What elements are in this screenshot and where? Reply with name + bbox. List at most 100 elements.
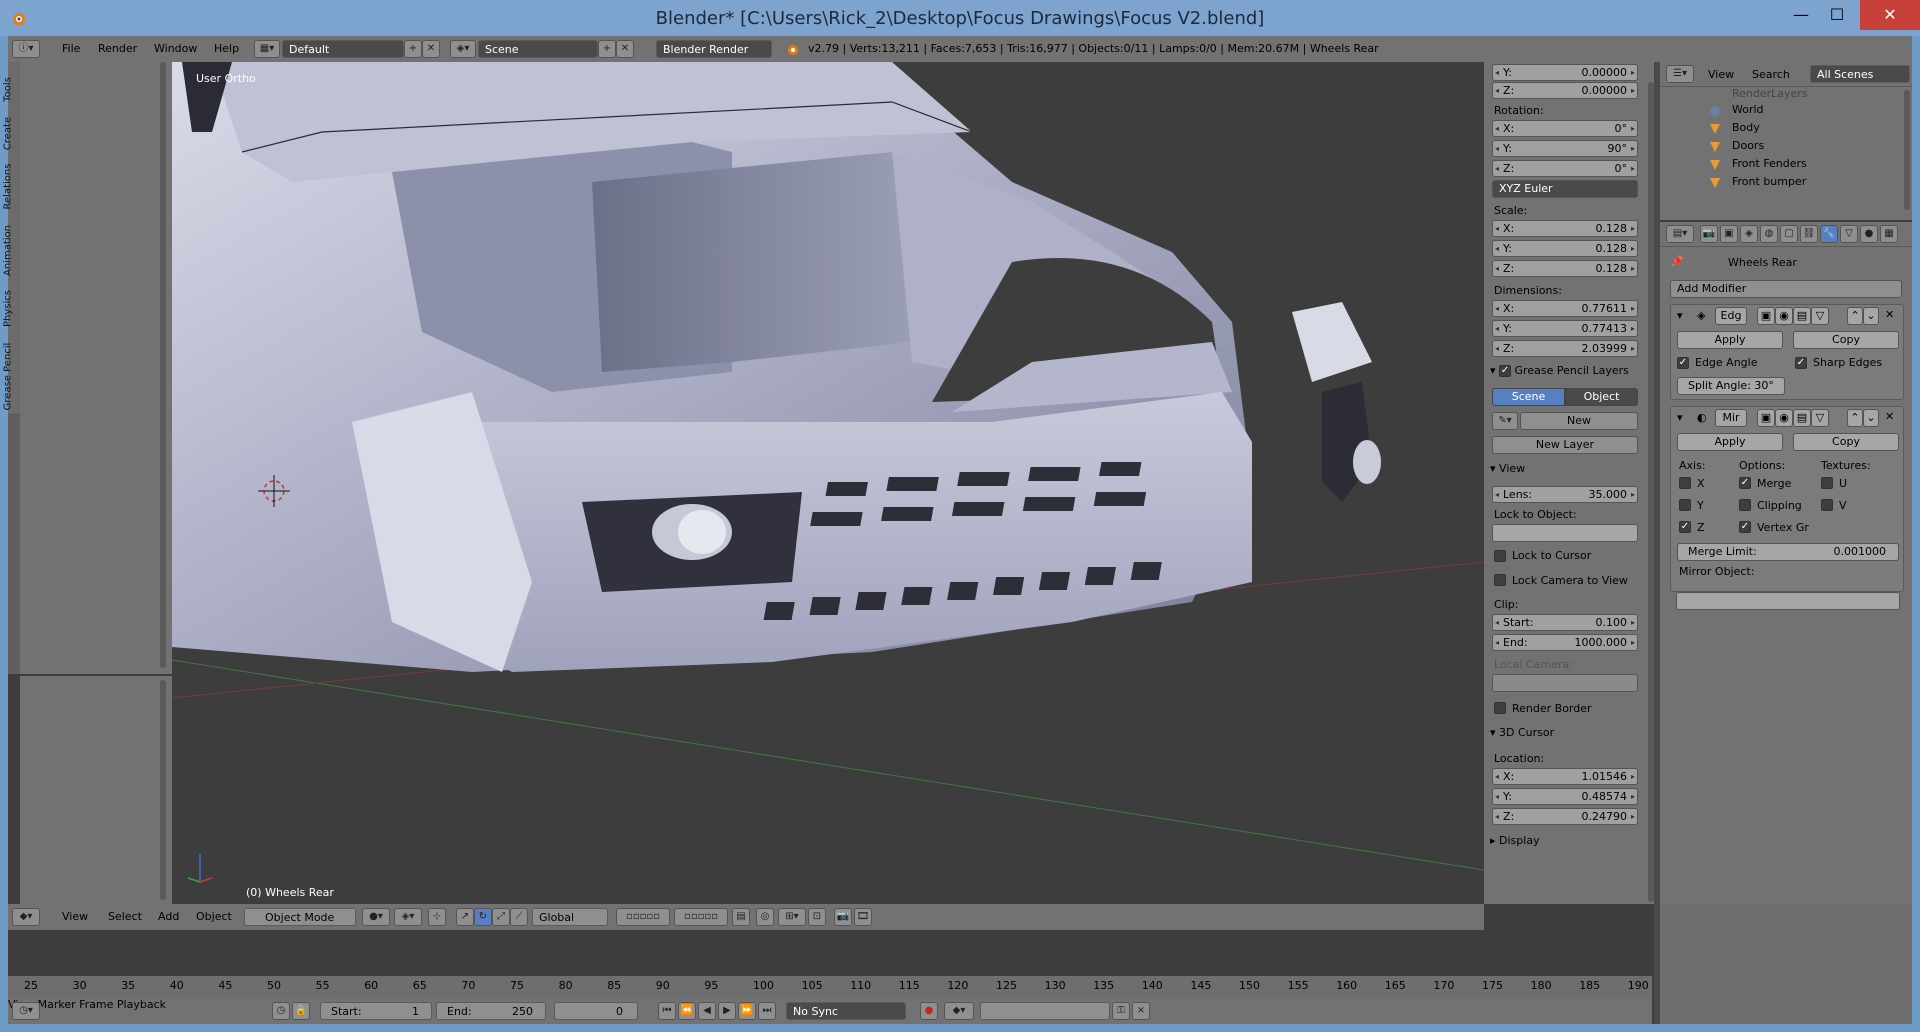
gp-pencil-icon[interactable]: ✎▾ <box>1492 412 1518 430</box>
grease-pencil-section-header[interactable]: ▾ Grease Pencil Layers <box>1490 364 1629 377</box>
dimensions-z-field[interactable]: Z:2.03999 <box>1492 340 1638 357</box>
axis-z-checkbox[interactable] <box>1679 521 1691 533</box>
jump-start-icon[interactable]: ⏮ <box>658 1002 676 1020</box>
grease-pencil-toggle[interactable] <box>1499 365 1512 377</box>
keying-set-icon[interactable]: ◆▾ <box>944 1002 974 1020</box>
layers-tab-icon[interactable]: ▣ <box>1720 225 1738 243</box>
vertex-groups-checkbox[interactable] <box>1739 521 1751 533</box>
render-tab-icon[interactable]: 📷 <box>1700 225 1718 243</box>
layer-buttons-group-1[interactable]: ▫▫▫▫▫ <box>616 908 670 926</box>
snap-element-icon[interactable]: ⊞▾ <box>778 908 806 926</box>
mirror-apply-button[interactable]: Apply <box>1677 433 1783 451</box>
modifier-move-down-icon[interactable]: ⌄ <box>1863 409 1879 427</box>
tab-tools[interactable]: Tools <box>3 62 20 107</box>
outliner-row-doors[interactable]: Doors <box>1660 138 1900 154</box>
menu-file[interactable]: File <box>62 42 80 55</box>
area-separator[interactable] <box>1654 62 1660 1024</box>
remove-layout-icon[interactable]: ✕ <box>422 40 440 58</box>
preview-range-icon[interactable]: ◷ <box>272 1002 290 1020</box>
menu-object[interactable]: Object <box>196 910 232 923</box>
sharp-edges-checkbox[interactable] <box>1795 357 1807 369</box>
play-reverse-icon[interactable]: ◀ <box>698 1002 716 1020</box>
translate-icon[interactable]: ↗ <box>456 908 474 926</box>
timeline-ruler[interactable]: 25 30 35 40 45 50 55 60 65 70 75 80 85 90 95 100 105 110 1… <box>8 976 1652 998</box>
render-border-checkbox[interactable] <box>1494 702 1506 714</box>
close-button[interactable]: ✕ <box>1860 0 1920 30</box>
lock-camera-checkbox[interactable] <box>1494 574 1506 586</box>
scene-tab-icon[interactable]: ◈ <box>1740 225 1758 243</box>
timeline-menu-marker[interactable]: Marker <box>38 998 76 1011</box>
keying-set-field[interactable] <box>980 1002 1110 1020</box>
data-tab-icon[interactable]: ▽ <box>1840 225 1858 243</box>
modifier-visibility-icon[interactable]: ◉ <box>1775 307 1793 325</box>
material-tab-icon[interactable]: ● <box>1860 225 1878 243</box>
outliner-row-world[interactable]: World <box>1660 102 1900 118</box>
rotation-y-field[interactable]: Y:90° <box>1492 140 1638 157</box>
tab-relations[interactable]: Relations <box>3 150 20 213</box>
modifier-move-up-icon[interactable]: ⌃ <box>1847 307 1863 325</box>
dimensions-y-field[interactable]: Y:0.77413 <box>1492 320 1638 337</box>
texture-v-checkbox[interactable] <box>1821 499 1833 511</box>
jump-next-key-icon[interactable]: ⏩ <box>738 1002 756 1020</box>
delete-keyframe-icon[interactable]: ⨯ <box>1132 1002 1150 1020</box>
modifier-render-icon[interactable]: ▣ <box>1757 409 1775 427</box>
modifier-editmode-icon[interactable]: ▤ <box>1793 307 1811 325</box>
auto-keying-icon[interactable]: ● <box>920 1002 938 1020</box>
maximize-button[interactable]: ☐ <box>1814 0 1860 30</box>
timeline-editor[interactable]: 25 30 35 40 45 50 55 60 65 70 75 80 85 90 95 100 105 110 1… <box>8 930 1652 998</box>
location-y-field[interactable]: Y:0.00000 <box>1492 64 1638 81</box>
modifier-collapse-icon[interactable]: ▾ <box>1677 309 1683 322</box>
orientation-select[interactable]: Global <box>532 908 608 926</box>
manipulator-toggle-icon[interactable]: ⊹ <box>428 908 446 926</box>
modifier-remove-icon[interactable]: ✕ <box>1885 410 1894 423</box>
jump-prev-key-icon[interactable]: ⏪ <box>678 1002 696 1020</box>
mirror-name-field[interactable]: Mir <box>1715 409 1747 427</box>
clip-end-field[interactable]: End:1000.000 <box>1492 634 1638 651</box>
manipulator-space-icon[interactable]: ⟋ <box>510 908 528 926</box>
play-icon[interactable]: ▶ <box>718 1002 736 1020</box>
location-z-field[interactable]: Z:0.00000 <box>1492 82 1638 99</box>
editor-type-3d-icon[interactable]: ◆▾ <box>12 908 40 926</box>
axis-y-checkbox[interactable] <box>1679 499 1691 511</box>
outliner-row-body[interactable]: Body <box>1660 120 1900 136</box>
axis-x-checkbox[interactable] <box>1679 477 1691 489</box>
view-section-header[interactable]: ▾ View <box>1490 462 1525 475</box>
opengl-anim-icon[interactable]: 🎞 <box>854 908 872 926</box>
insert-keyframe-icon[interactable]: ⚿ <box>1112 1002 1130 1020</box>
layer-lock-icon[interactable]: ▤ <box>732 908 750 926</box>
current-frame-field[interactable]: 0 <box>554 1002 638 1020</box>
rotate-icon[interactable]: ↻ <box>474 908 492 926</box>
scale-x-field[interactable]: X:0.128 <box>1492 220 1638 237</box>
modifier-collapse-icon[interactable]: ▾ <box>1677 411 1683 424</box>
mirror-copy-button[interactable]: Copy <box>1793 433 1899 451</box>
outliner-filter-select[interactable]: All Scenes <box>1810 65 1910 83</box>
rotation-mode-select[interactable]: XYZ Euler <box>1492 180 1638 198</box>
gp-object-button[interactable]: Object <box>1565 388 1638 406</box>
modifier-render-icon[interactable]: ▣ <box>1757 307 1775 325</box>
menu-select[interactable]: Select <box>108 910 142 923</box>
outliner-view-menu[interactable]: View <box>1708 68 1734 81</box>
lock-range-icon[interactable]: 🔒 <box>292 1002 310 1020</box>
modifier-move-up-icon[interactable]: ⌃ <box>1847 409 1863 427</box>
lock-to-cursor-checkbox[interactable] <box>1494 550 1506 562</box>
start-frame-field[interactable]: Start: 1 <box>320 1002 432 1020</box>
object-tab-icon[interactable]: ▢ <box>1780 225 1798 243</box>
menu-view[interactable]: View <box>62 910 88 923</box>
cursor-y-field[interactable]: Y:0.48574 <box>1492 788 1638 805</box>
constraints-tab-icon[interactable]: ⛓ <box>1800 225 1818 243</box>
modifier-editmode-icon[interactable]: ▤ <box>1793 409 1811 427</box>
editor-type-info-icon[interactable]: ⓘ▾ <box>12 40 40 58</box>
pin-icon[interactable]: 📌 <box>1670 255 1684 268</box>
operator-panel-scrollbar[interactable] <box>160 680 166 900</box>
scale-icon[interactable]: ⤢ <box>492 908 510 926</box>
layout-field[interactable]: Default <box>282 40 404 58</box>
edge-angle-checkbox[interactable] <box>1677 357 1689 369</box>
tab-grease-pencil[interactable]: Grease Pencil <box>3 328 20 415</box>
menu-add[interactable]: Add <box>158 910 179 923</box>
merge-checkbox[interactable] <box>1739 477 1751 489</box>
tab-create[interactable]: Create <box>3 106 20 151</box>
shading-select-icon[interactable]: ●▾ <box>362 908 390 926</box>
local-camera-field[interactable] <box>1492 674 1638 692</box>
snap-target-icon[interactable]: ⊡ <box>808 908 826 926</box>
timeline-menu-playback[interactable]: Playback <box>117 998 166 1011</box>
